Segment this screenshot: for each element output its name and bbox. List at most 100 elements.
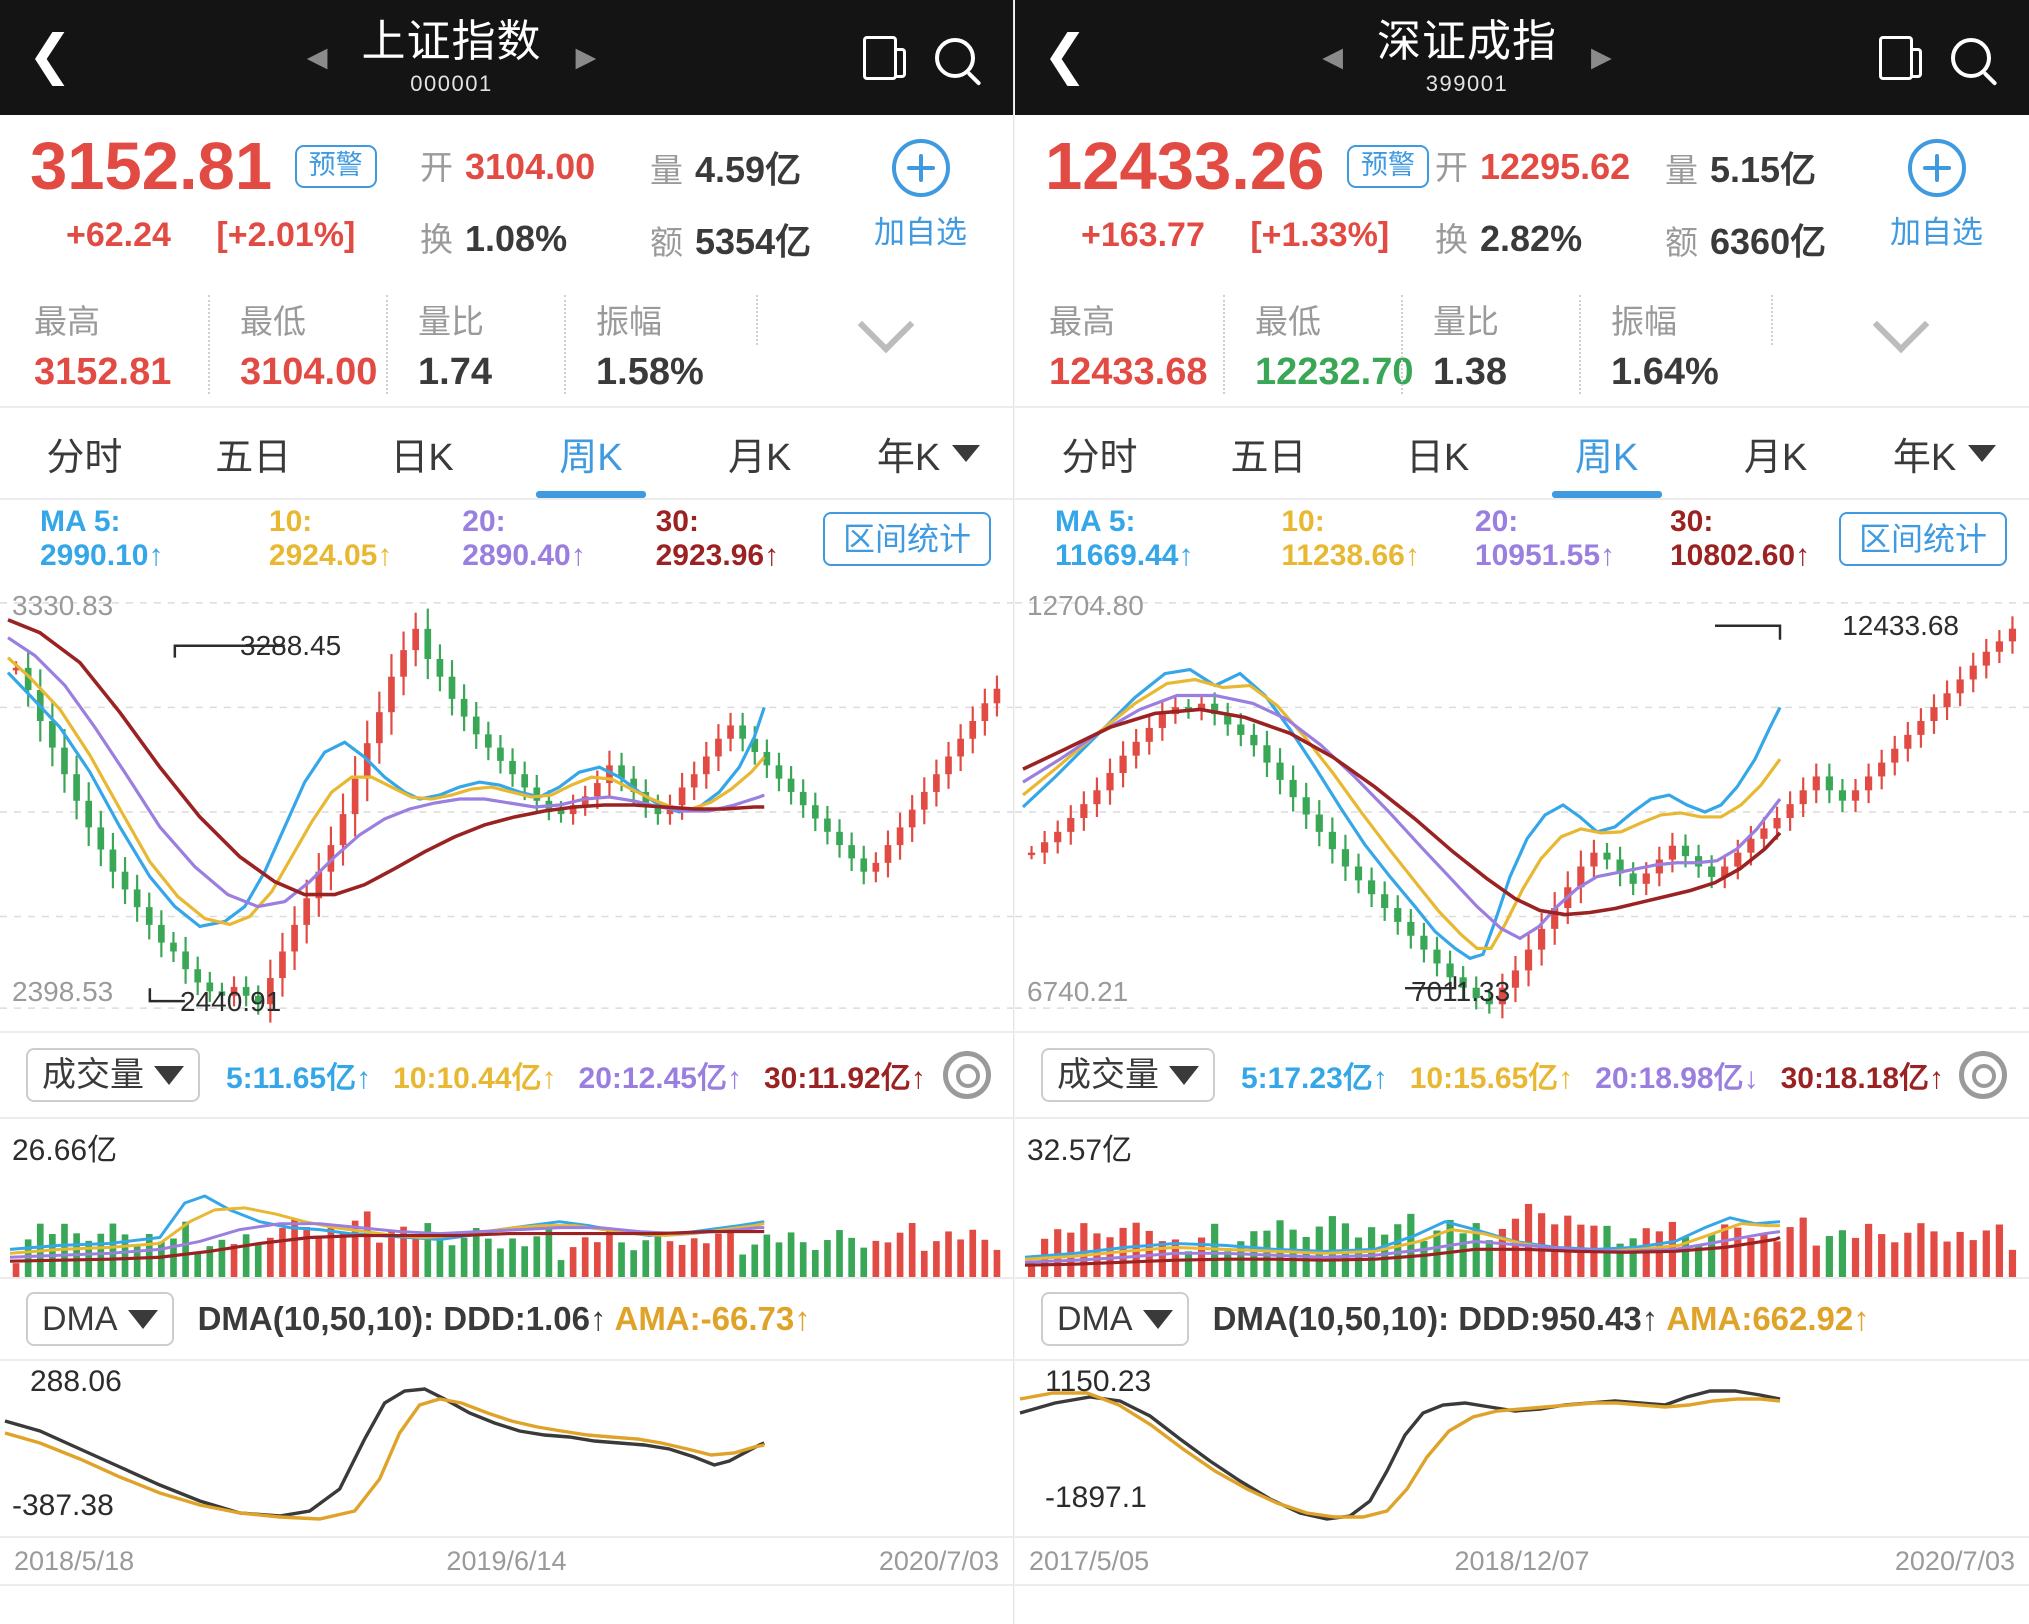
tab-daily-k-label: 日K (1405, 436, 1470, 479)
date-axis-start: 2017/5/05 (1029, 1545, 1150, 1576)
swing-high-label: 3288.45 (240, 630, 342, 661)
stat-volume-ratio-label: 量比 (1433, 303, 1499, 340)
quote-detail-grid: 开 3104.00 量 4.59亿 换 1.08% 额 5354亿 (420, 133, 828, 285)
change-pct: [+1.33%] (1250, 216, 1390, 254)
dma-indicator-selector[interactable]: DMA (1041, 1292, 1189, 1346)
volume-value: 5.15亿 (1710, 149, 1817, 190)
ma20-legend: 20: 2890.40↑ (462, 505, 586, 572)
quote-top-row: 3152.81 预警 +62.24 [+2.01%] 开 3104.00 量 4… (0, 133, 1013, 285)
nav-center: ◀ 深证成指 399001 ▶ (1115, 18, 1819, 97)
add-watchlist-button[interactable]: 加自选 (1844, 133, 2029, 252)
volume-chart[interactable]: 26.66亿 (0, 1119, 1013, 1279)
stat-volume-ratio-value: 1.38 (1433, 351, 1507, 393)
range-stats-button[interactable]: 区间统计 (822, 512, 991, 566)
tab-monthly-k-label: 月K (728, 436, 792, 479)
search-icon[interactable] (1951, 37, 1991, 78)
tab-minute[interactable]: 分时 (0, 408, 169, 498)
tab-yearly-k[interactable]: 年K (1860, 408, 2029, 498)
nav-right-actions (1819, 35, 2029, 80)
dma-chart[interactable]: 288.06 -387.38 (0, 1361, 1013, 1536)
tab-daily-k[interactable]: 日K (1353, 408, 1522, 498)
next-symbol-icon[interactable]: ▶ (576, 43, 597, 71)
tab-five-day-label: 五日 (1230, 436, 1307, 479)
gear-icon[interactable] (943, 1051, 991, 1099)
vol-ma30-legend: 30:11.92亿↑ (763, 1062, 926, 1095)
nav-right-actions (803, 35, 1013, 80)
dma-ddd-legend: DMA(10,50,10): DDD:950.43↑ (1212, 1300, 1659, 1337)
vol-ma10-legend: 10:15.65亿↑ (1409, 1062, 1574, 1095)
index-code: 000001 (410, 70, 493, 96)
stat-amplitude-label: 振幅 (1611, 303, 1677, 340)
dma-chart[interactable]: 1150.23 -1897.1 (1015, 1361, 2029, 1536)
date-axis-start: 2018/5/18 (14, 1545, 135, 1576)
ma-legend-row: MA 5: 2990.10↑ 10: 2924.05↑ 20: 2890.40↑… (0, 500, 1013, 578)
prev-symbol-icon[interactable]: ◀ (307, 43, 328, 71)
gear-icon[interactable] (1959, 1051, 2007, 1099)
tab-five-day[interactable]: 五日 (169, 408, 338, 498)
tab-monthly-k[interactable]: 月K (1691, 408, 1860, 498)
change-abs: +62.24 (66, 216, 171, 254)
turnover-label: 换 (1435, 221, 1468, 258)
quote-detail-row: 换 1.08% 额 5354亿 (420, 213, 828, 265)
amount-cell: 额 5354亿 (650, 213, 811, 265)
volume-indicator-selector[interactable]: 成交量 (26, 1048, 200, 1102)
ma5-legend: MA 5: 2990.10↑ (40, 505, 164, 572)
price-change-row: +163.77 [+1.33%] (1045, 216, 1435, 255)
tab-yearly-k-label: 年K (1892, 436, 1957, 479)
alert-button[interactable]: 预警 (1346, 145, 1429, 188)
expand-quote-button[interactable] (756, 295, 1013, 354)
price-candlestick-chart[interactable]: 12704.80 6740.21 12433.68 7011.33 (1015, 578, 2029, 1033)
nav-titles: 上证指数 000001 (362, 18, 542, 97)
volume-indicator-selector[interactable]: 成交量 (1041, 1048, 1215, 1102)
volume-selector-label: 成交量 (1057, 1056, 1159, 1094)
turnover-label: 换 (420, 221, 453, 258)
device-icon[interactable] (863, 35, 906, 80)
volume-value: 4.59亿 (695, 149, 802, 190)
change-pct: [+2.01%] (216, 216, 356, 254)
volume-header: 成交量 5:17.23亿↑ 10:15.65亿↑ 20:18.98亿↓ 30:1… (1015, 1033, 2029, 1119)
tab-weekly-k[interactable]: 周K (506, 408, 675, 498)
swing-low-label: 2440.91 (180, 986, 282, 1017)
dma-indicator-selector[interactable]: DMA (26, 1292, 174, 1346)
price-candlestick-chart[interactable]: 3330.83 2398.53 3288.45 2440.91 (0, 578, 1013, 1033)
open-cell: 开 3104.00 (420, 141, 650, 193)
tab-weekly-k[interactable]: 周K (1522, 408, 1691, 498)
back-button[interactable]: ❮ (0, 28, 100, 88)
next-symbol-icon[interactable]: ▶ (1591, 43, 1612, 71)
stat-low: 最低 3104.00 (208, 295, 386, 394)
prev-symbol-icon[interactable]: ◀ (1322, 43, 1343, 71)
price-axis-bottom-label: 2398.53 (12, 976, 114, 1007)
tab-minute[interactable]: 分时 (1015, 408, 1184, 498)
volume-chart[interactable]: 32.57亿 (1015, 1119, 2029, 1279)
alert-button[interactable]: 预警 (294, 145, 377, 188)
search-icon[interactable] (935, 37, 975, 78)
caret-down-icon (127, 1309, 158, 1329)
expand-quote-button[interactable] (1771, 295, 2029, 354)
price-chart-svg (0, 602, 1013, 1023)
period-tabs: 分时 五日 日K 周K 月K 年K (0, 408, 1013, 500)
plus-circle-icon (891, 139, 950, 197)
dma-axis-bottom-label: -1897.1 (1045, 1481, 1147, 1514)
device-icon[interactable] (1879, 35, 1922, 80)
stat-low-label: 最低 (240, 303, 306, 340)
nav-bar: ❮ ◀ 上证指数 000001 ▶ (0, 0, 1013, 115)
dma-header: DMA DMA(10,50,10): DDD:950.43↑ AMA:662.9… (1015, 1279, 2029, 1361)
chevron-down-icon (857, 296, 914, 354)
caret-down-icon (952, 444, 981, 462)
ma20-legend: 20: 10951.55↑ (1474, 505, 1616, 572)
advancers-cell: 上涨 1217家 (0, 1616, 338, 1624)
nav-titles: 深证成指 399001 (1377, 18, 1557, 97)
add-watchlist-button[interactable]: 加自选 (828, 133, 1013, 252)
vol-ma5-legend: 5:11.65亿↑ (226, 1062, 372, 1095)
volume-chart-svg (9, 1194, 1001, 1277)
range-stats-button[interactable]: 区间统计 (1838, 512, 2007, 566)
tab-monthly-k[interactable]: 月K (675, 408, 844, 498)
ma10-legend: 10: 11238.66↑ (1281, 505, 1420, 572)
quote-stats-row: 最高 12433.68 最低 12232.70 量比 1.38 振幅 1.64% (1015, 295, 2029, 408)
tab-five-day[interactable]: 五日 (1184, 408, 1353, 498)
amount-label: 额 (1665, 224, 1698, 261)
stat-amplitude-label: 振幅 (596, 303, 662, 340)
back-button[interactable]: ❮ (1015, 28, 1115, 88)
tab-daily-k[interactable]: 日K (338, 408, 507, 498)
tab-yearly-k[interactable]: 年K (844, 408, 1013, 498)
